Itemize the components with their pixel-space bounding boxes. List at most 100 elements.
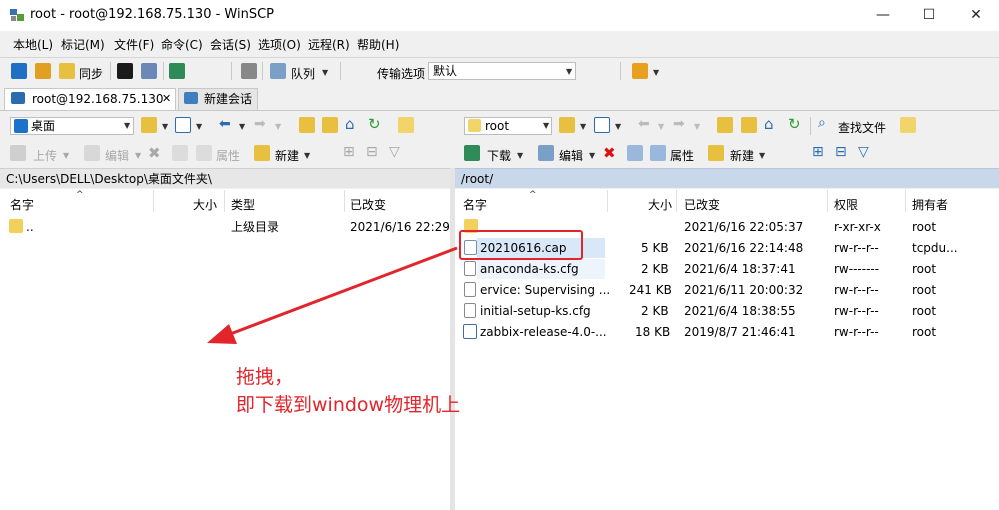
right-filter-icon[interactable] [594,117,610,133]
open-directory-icon[interactable] [169,63,185,79]
right-back-icon[interactable]: ⬅ [638,116,650,132]
table-row[interactable]: ervice: Supervising ... 241 KB 2021/6/11… [455,280,999,300]
right-select-minus-icon[interactable]: ⊟ [835,144,847,160]
menu-file[interactable]: 文件(F) [114,36,154,53]
left-filter-select-icon[interactable]: ▽ [389,144,400,160]
right-properties-label[interactable]: 属性 [670,147,694,164]
right-new-icon[interactable] [708,145,724,161]
left-filter-icon[interactable] [175,117,191,133]
menu-command[interactable]: 命令(C) [161,36,203,53]
table-row[interactable]: anaconda-ks.cfg 2 KB 2021/6/4 18:37:41 r… [455,259,999,279]
tab-session[interactable]: root@192.168.75.130 ✕ [4,88,176,110]
right-back-dropdown-icon[interactable]: ▼ [658,122,664,131]
right-new-dropdown-icon[interactable]: ▼ [759,151,765,160]
right-edit-dropdown-icon[interactable]: ▼ [589,151,595,160]
queue-icon[interactable] [270,63,286,79]
right-home-icon[interactable]: ⌂ [764,115,774,133]
left-rename-icon[interactable] [172,145,188,161]
console-icon[interactable] [117,63,133,79]
left-properties-label[interactable]: 属性 [216,147,240,164]
left-edit-dropdown-icon[interactable]: ▼ [135,151,141,160]
left-home-icon[interactable]: ⌂ [345,115,355,133]
right-open-dropdown-icon[interactable]: ▼ [580,122,586,131]
right-root-dir-icon[interactable] [741,117,757,133]
table-row[interactable]: .. 上级目录 2021/6/16 22:29 [0,217,450,237]
right-open-folder-icon[interactable] [559,117,575,133]
maximize-button[interactable]: ☐ [906,0,952,31]
right-filter-dropdown-icon[interactable]: ▼ [615,122,621,131]
right-edit-icon[interactable] [538,145,554,161]
find-files-label[interactable]: 查找文件 [838,119,886,136]
left-properties-icon[interactable] [196,145,212,161]
left-filter-dropdown-icon[interactable]: ▼ [196,122,202,131]
menu-mark[interactable]: 标记(M) [61,36,105,53]
table-row[interactable]: zabbix-release-4.0-... 18 KB 2019/8/7 21… [455,322,999,342]
download-icon[interactable] [464,145,480,161]
right-col-permissions[interactable]: 权限 [834,196,858,213]
left-back-icon[interactable]: ⬅ [219,116,231,132]
left-location-select[interactable]: 桌面 [10,117,134,135]
download-label[interactable]: 下载 [487,147,511,164]
tab-new-session[interactable]: 新建会话 [178,88,258,110]
find-files-icon[interactable]: ⌕ [818,115,826,131]
preferences-dropdown-icon[interactable]: ▼ [653,68,659,77]
synchronize-browse-icon[interactable] [35,63,51,79]
left-bookmark-icon[interactable] [398,117,414,133]
queue-dropdown-icon[interactable]: ▼ [322,68,328,77]
right-location-chevron-icon[interactable]: ▼ [543,121,549,130]
left-col-name[interactable]: 名字 [10,196,34,213]
close-button[interactable]: ✕ [953,0,999,31]
left-forward-dropdown-icon[interactable]: ▼ [275,122,281,131]
right-location-select[interactable]: root [464,117,552,135]
left-parent-dir-icon[interactable] [299,117,315,133]
left-new-dropdown-icon[interactable]: ▼ [304,151,310,160]
left-refresh-icon[interactable]: ↻ [368,115,381,133]
download-dropdown-icon[interactable]: ▼ [517,151,523,160]
right-forward-icon[interactable]: ➡ [673,116,685,132]
minimize-button[interactable]: — [860,0,906,31]
right-bookmark-icon[interactable] [900,117,916,133]
menu-session[interactable]: 会话(S) [210,36,251,53]
right-edit-label[interactable]: 编辑 [559,147,583,164]
sync-label[interactable]: 同步 [79,65,103,82]
left-back-dropdown-icon[interactable]: ▼ [239,122,245,131]
right-col-owner[interactable]: 拥有者 [912,196,948,213]
right-select-plus-icon[interactable]: ⊞ [812,144,824,160]
transfer-select-chevron-icon[interactable]: ▼ [566,67,572,76]
menu-help[interactable]: 帮助(H) [357,36,399,53]
left-select-plus-icon[interactable]: ⊞ [343,144,355,160]
queue-label[interactable]: 队列 [291,65,315,82]
sync-icon[interactable] [59,63,75,79]
left-new-label[interactable]: 新建 [275,147,299,164]
left-edit-icon[interactable] [84,145,100,161]
right-rename-icon[interactable] [627,145,643,161]
right-col-changed[interactable]: 已改变 [684,196,720,213]
left-root-dir-icon[interactable] [322,117,338,133]
left-path-bar[interactable]: C:\Users\DELL\Desktop\桌面文件夹\ [0,168,450,188]
right-filter-select-icon[interactable]: ▽ [858,144,869,160]
upload-icon[interactable] [10,145,26,161]
left-open-dropdown-icon[interactable]: ▼ [162,122,168,131]
tab-close-icon[interactable]: ✕ [162,89,171,109]
right-col-name[interactable]: 名字 [463,196,487,213]
left-col-type[interactable]: 类型 [231,196,255,213]
right-refresh-icon[interactable]: ↻ [788,115,801,133]
left-forward-icon[interactable]: ➡ [254,116,266,132]
upload-label[interactable]: 上传 [33,147,57,164]
left-edit-label[interactable]: 编辑 [105,147,129,164]
left-col-size[interactable]: 大小 [193,196,217,213]
preferences-icon[interactable] [632,63,648,79]
right-path-bar[interactable]: /root/ [455,168,999,188]
left-delete-icon[interactable]: ✖ [148,144,161,162]
right-delete-icon[interactable]: ✖ [603,144,616,162]
right-forward-dropdown-icon[interactable]: ▼ [694,122,700,131]
menu-remote[interactable]: 远程(R) [308,36,350,53]
menu-options[interactable]: 选项(O) [258,36,301,53]
left-select-minus-icon[interactable]: ⊟ [366,144,378,160]
table-row[interactable]: initial-setup-ks.cfg 2 KB 2021/6/4 18:38… [455,301,999,321]
right-col-size[interactable]: 大小 [648,196,672,213]
upload-dropdown-icon[interactable]: ▼ [63,151,69,160]
right-parent-dir-icon[interactable] [717,117,733,133]
compare-icon[interactable] [11,63,27,79]
menu-local[interactable]: 本地(L) [13,36,53,53]
